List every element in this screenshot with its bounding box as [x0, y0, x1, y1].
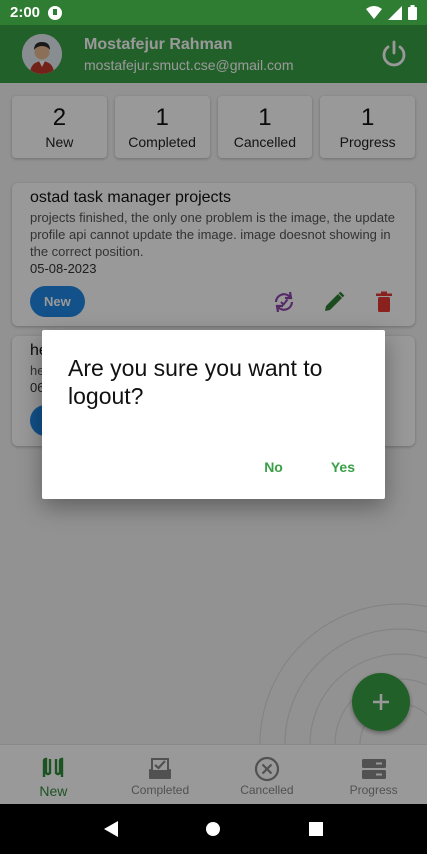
signal-icon [388, 5, 402, 20]
system-navigation-bar [0, 804, 427, 854]
status-bar: 2:00 [0, 0, 427, 25]
status-icons [366, 5, 417, 20]
yes-button[interactable]: Yes [331, 459, 355, 475]
dialog-title: Are you sure you want to logout? [68, 355, 323, 409]
recents-icon[interactable] [308, 821, 324, 837]
status-time: 2:00 [10, 4, 41, 21]
notification-icon [48, 5, 63, 20]
back-icon[interactable] [103, 820, 119, 838]
no-button[interactable]: No [264, 459, 283, 475]
logout-dialog: Are you sure you want to logout? No Yes [42, 330, 385, 499]
battery-icon [408, 5, 417, 20]
wifi-icon [366, 5, 382, 19]
dialog-actions: No Yes [264, 459, 355, 475]
home-icon[interactable] [205, 821, 221, 837]
